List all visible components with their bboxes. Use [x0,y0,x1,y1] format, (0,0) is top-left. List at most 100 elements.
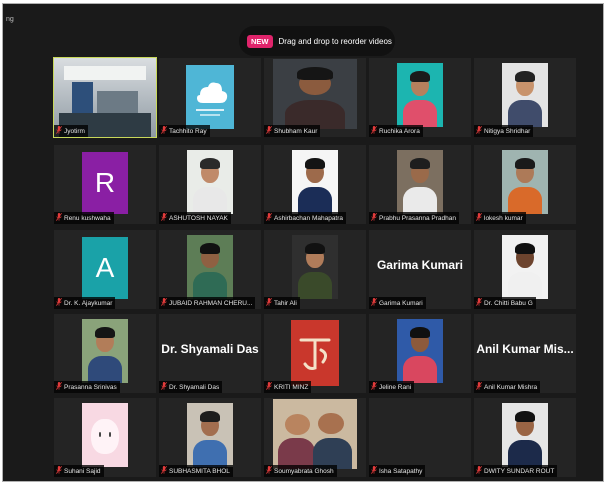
participant-name-label: Dr. Shyamali Das [159,381,223,393]
mic-muted-icon [161,298,167,308]
participant-video [187,150,233,214]
participant-name-label: Anil Kumar Mishra [474,381,541,393]
participant-name: ASHUTOSH NAYAK [169,214,228,222]
participant-video [292,235,338,299]
participant-tile-prasanna-srinivas[interactable]: Prasanna Srinivas [54,314,156,393]
participant-name: Dr. K. Ajaykumar [64,299,113,307]
participant-tile-lokesh-kumar[interactable]: lokesh kumar [474,145,576,224]
participant-tile-jyotirm[interactable]: Jyotirm [53,57,157,138]
avatar-letter: A [82,237,128,299]
participant-name-label: Tahir Ali [264,297,300,309]
participant-name: Prasanna Srinivas [64,383,117,391]
zoom-gallery-window: ng NEW Drag and drop to reorder videos J… [2,3,604,482]
participant-name: Ruchika Arora [379,127,420,135]
mic-muted-icon [56,126,62,136]
participant-name-label: lokesh kumar [474,212,526,224]
mic-muted-icon [371,298,377,308]
participant-name: Suhani Sajid [64,467,101,475]
participant-name: Garima Kumari [379,299,423,307]
mic-muted-icon [476,382,482,392]
participant-name-label: Tachhito Ray [159,125,210,137]
mic-muted-icon [161,466,167,476]
participant-tile-jeline-rani[interactable]: Jeline Rani [369,314,471,393]
participant-name-label: ASHUTOSH NAYAK [159,212,231,224]
participant-tile-shubham-kaur[interactable]: Shubham Kaur [264,58,366,137]
participant-video [502,235,548,299]
participant-tile-renu-kushwaha[interactable]: R Renu kushwaha [54,145,156,224]
participant-name: Dr. Shyamali Das [169,383,220,391]
participant-tile-garima-kumari[interactable]: Garima Kumari Garima Kumari [369,230,471,309]
participant-video [273,399,357,469]
participant-tile-kriti-minz[interactable]: KRITI MINZ [264,314,366,393]
participant-video [187,403,233,467]
participant-name: Jeline Rani [379,383,412,391]
mic-muted-icon [266,213,272,223]
mic-muted-icon [56,382,62,392]
participant-display-name: Garima Kumari [376,258,464,272]
participant-tile-ashutosh-nayak[interactable]: ASHUTOSH NAYAK [159,145,261,224]
participant-name: Anil Kumar Mishra [484,383,538,391]
participant-name: Ashirbachan Mahapatra [274,214,344,222]
mic-muted-icon [371,213,377,223]
participant-name: JUBAID RAHMAN CHERU... [169,299,253,307]
participant-name-label: Ruchika Arora [369,125,423,137]
participant-video [502,63,548,127]
participant-name-label: Prabhu Prasanna Pradhan [369,212,459,224]
participant-name: Shubham Kaur [274,127,318,135]
mic-muted-icon [161,382,167,392]
avatar-letter: R [82,152,128,214]
participant-name-label: Garima Kumari [369,297,426,309]
mic-muted-icon [371,466,377,476]
participant-display-name: Anil Kumar Mis... [476,342,574,356]
participant-name: DWITY SUNDAR ROUT [484,467,555,475]
mic-muted-icon [56,298,62,308]
participant-tile-tachhito-ray[interactable]: Tachhito Ray [159,58,261,137]
participant-name-label: Prasanna Srinivas [54,381,120,393]
reorder-banner[interactable]: NEW Drag and drop to reorder videos [239,26,395,56]
participant-name-label: Ashirbachan Mahapatra [264,212,347,224]
profile-logo-image [186,65,234,129]
participant-tile-ashirbachan-mahapatra[interactable]: Ashirbachan Mahapatra [264,145,366,224]
participant-video [397,63,443,127]
participant-name-label: Dr. Chitti Babu G [474,297,536,309]
participant-tile-prabhu-prasanna-pradhan[interactable]: Prabhu Prasanna Pradhan [369,145,471,224]
participant-name: Tahir Ali [274,299,297,307]
mic-muted-icon [476,298,482,308]
participant-name-label: Soumyabrata Ghosh [264,465,337,477]
participant-tile-dwity-sundar-rout[interactable]: DWITY SUNDAR ROUT [474,398,576,477]
mic-muted-icon [56,466,62,476]
mic-muted-icon [476,466,482,476]
participant-tile-suhani-sajid[interactable]: Suhani Sajid [54,398,156,477]
mic-muted-icon [476,126,482,136]
mic-muted-icon [266,466,272,476]
participant-tile-soumyabrata-ghosh[interactable]: Soumyabrata Ghosh [264,398,366,477]
participant-tile-isha-satapathy[interactable]: Isha Satapathy [369,398,471,477]
participant-tile-tahir-ali[interactable]: Tahir Ali [264,230,366,309]
participant-name-label: JUBAID RAHMAN CHERU... [159,297,256,309]
participant-name: Isha Satapathy [379,467,423,475]
participant-tile-dr-k-ajaykumar[interactable]: A Dr. K. Ajaykumar [54,230,156,309]
window-corner-label: ng [6,16,14,23]
participant-tile-nitigya-shridhar[interactable]: Nitigya Shridhar [474,58,576,137]
participant-name: SUBHASMITA BHOL [169,467,230,475]
participant-video [82,403,128,467]
participant-video [397,319,443,383]
mic-muted-icon [476,213,482,223]
participant-name: Soumyabrata Ghosh [274,467,334,475]
participant-name: Prabhu Prasanna Pradhan [379,214,456,222]
profile-art-image [291,320,339,386]
participant-tile-dr-shyamali-das[interactable]: Dr. Shyamali Das Dr. Shyamali Das [159,314,261,393]
participant-tile-anil-kumar-mishra[interactable]: Anil Kumar Mis... Anil Kumar Mishra [474,314,576,393]
participant-tile-ruchika-arora[interactable]: Ruchika Arora [369,58,471,137]
mic-muted-icon [161,213,167,223]
participant-name-label: Isha Satapathy [369,465,426,477]
participant-tile-dr-chitti-babu-g[interactable]: Dr. Chitti Babu G [474,230,576,309]
participant-video [273,59,357,129]
participant-name: Tachhito Ray [169,127,207,135]
participant-tile-jubaid-rahman-cheru[interactable]: JUBAID RAHMAN CHERU... [159,230,261,309]
participant-tile-subhasmita-bhol[interactable]: SUBHASMITA BHOL [159,398,261,477]
participant-display-name: Dr. Shyamali Das [161,342,259,356]
participant-video [292,150,338,214]
participant-name: Jyotirm [64,127,85,135]
participant-video [502,150,548,214]
